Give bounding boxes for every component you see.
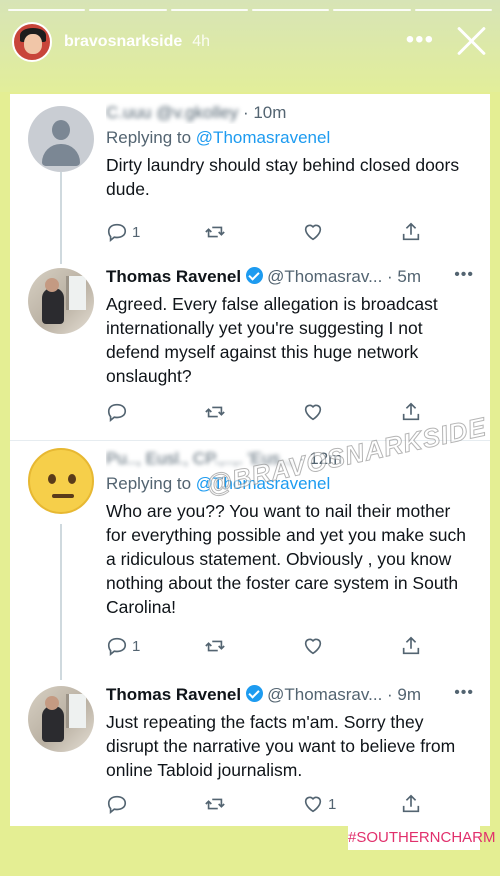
share-icon bbox=[402, 636, 420, 655]
tweet-time: · 5m bbox=[387, 267, 422, 286]
emoji-mouth bbox=[52, 494, 74, 498]
like-button[interactable]: 1 bbox=[302, 792, 336, 816]
emoji-right-eye bbox=[68, 474, 76, 484]
progress-segment bbox=[414, 9, 492, 11]
verified-badge-icon bbox=[246, 685, 264, 702]
retweet-icon bbox=[205, 406, 225, 418]
story-avatar[interactable] bbox=[12, 22, 52, 62]
replying-to: Replying to @Thomasravenel bbox=[106, 127, 474, 149]
photo-head bbox=[45, 278, 59, 292]
avatar-face bbox=[24, 34, 42, 54]
tweet-author-row: Thomas Ravenel @Thomasrav... · 5m bbox=[106, 266, 474, 288]
retweet-icon bbox=[205, 640, 225, 652]
heart-icon bbox=[304, 224, 322, 241]
reply-count: 1 bbox=[132, 223, 141, 241]
author-name[interactable]: Pu.., Eusl., CP.,..,. bbox=[106, 449, 243, 468]
reply-button[interactable] bbox=[106, 792, 132, 816]
photo-window bbox=[66, 276, 86, 310]
share-button[interactable] bbox=[400, 400, 422, 424]
reply-icon bbox=[107, 795, 127, 815]
author-name[interactable]: C.uuu @v.gkolley bbox=[106, 103, 238, 122]
photo-window bbox=[66, 694, 86, 728]
like-count: 1 bbox=[328, 795, 337, 813]
heart-icon bbox=[304, 404, 322, 421]
share-icon bbox=[402, 402, 420, 421]
tweet-time: · 9m bbox=[387, 685, 422, 704]
reply-mention-link[interactable]: @Thomasravenel bbox=[196, 128, 330, 147]
tweet-actions: 1 bbox=[106, 792, 436, 816]
author-handle[interactable]: @Thomasrav... bbox=[267, 267, 382, 286]
hashtag-sticker[interactable]: #SOUTHERNCHARM bbox=[348, 826, 496, 850]
tweet-actions: 1 bbox=[106, 634, 436, 658]
photo-head bbox=[45, 696, 59, 710]
tweet-screenshot: C.uuu @v.gkolley · 10m Replying to @Thom… bbox=[10, 94, 490, 826]
reply-icon bbox=[107, 637, 127, 657]
tweet-time: · 10m bbox=[242, 103, 287, 122]
reply-icon bbox=[107, 403, 127, 423]
avatar[interactable] bbox=[28, 106, 94, 172]
share-button[interactable] bbox=[400, 634, 422, 658]
emoji-left-eye bbox=[48, 474, 56, 484]
reply-icon bbox=[107, 223, 127, 243]
retweet-button[interactable] bbox=[204, 220, 226, 244]
verified-badge-icon bbox=[246, 267, 264, 284]
share-button[interactable] bbox=[400, 792, 422, 816]
progress-segment bbox=[170, 9, 248, 11]
tweet-actions: 1 bbox=[106, 220, 436, 244]
default-avatar-head bbox=[52, 120, 70, 140]
progress-segment bbox=[251, 9, 330, 11]
share-icon bbox=[402, 794, 420, 813]
avatar[interactable] bbox=[28, 448, 94, 514]
like-button[interactable] bbox=[302, 634, 328, 658]
author-name[interactable]: Thomas Ravenel bbox=[106, 685, 241, 704]
heart-icon bbox=[304, 638, 322, 655]
retweet-icon bbox=[205, 798, 225, 810]
progress-segment bbox=[333, 9, 411, 11]
tweet-actions bbox=[106, 400, 436, 424]
progress-segment bbox=[8, 9, 86, 11]
heart-icon bbox=[304, 796, 322, 813]
retweet-button[interactable] bbox=[204, 792, 226, 816]
like-button[interactable] bbox=[302, 400, 328, 424]
reply-button[interactable]: 1 bbox=[106, 634, 140, 658]
progress-segment bbox=[89, 9, 167, 11]
more-icon[interactable]: ••• bbox=[454, 684, 474, 702]
tweet-author-row: Thomas Ravenel @Thomasrav... · 9m bbox=[106, 684, 474, 706]
retweet-button[interactable] bbox=[204, 634, 226, 658]
avatar[interactable] bbox=[28, 268, 94, 334]
tweet-text: Who are you?? You want to nail their mot… bbox=[106, 501, 466, 617]
reply-button[interactable]: 1 bbox=[106, 220, 140, 244]
tweet[interactable]: Thomas Ravenel @Thomasrav... · 9m ••• Jus… bbox=[10, 670, 490, 826]
more-icon[interactable]: ••• bbox=[454, 266, 474, 284]
tweet[interactable]: C.uuu @v.gkolley · 10m Replying to @Thom… bbox=[10, 94, 490, 254]
like-button[interactable] bbox=[302, 220, 328, 244]
tweet-text: Agreed. Every false allegation is broadc… bbox=[106, 294, 438, 386]
photo-person bbox=[42, 288, 64, 324]
story-header: bravosnarkside 4h ••• bbox=[12, 22, 488, 62]
tweet-text: Just repeating the facts m'am. Sorry the… bbox=[106, 712, 456, 780]
avatar[interactable] bbox=[28, 686, 94, 752]
photo-person bbox=[42, 706, 64, 742]
story-username[interactable]: bravosnarkside bbox=[64, 33, 182, 51]
default-avatar-body bbox=[42, 144, 80, 166]
reply-count: 1 bbox=[132, 637, 141, 655]
tweet-author-row: C.uuu @v.gkolley · 10m bbox=[106, 102, 474, 124]
author-handle[interactable]: @Thomasrav... bbox=[267, 685, 382, 704]
retweet-button[interactable] bbox=[204, 400, 226, 424]
author-name[interactable]: Thomas Ravenel bbox=[106, 267, 241, 286]
tweet[interactable]: Thomas Ravenel @Thomasrav... · 5m ••• Agr… bbox=[10, 254, 490, 440]
close-icon[interactable] bbox=[454, 24, 488, 58]
reply-button[interactable] bbox=[106, 400, 132, 424]
replying-label: Replying to bbox=[106, 474, 192, 493]
share-icon bbox=[402, 222, 420, 241]
story-time: 4h bbox=[192, 33, 211, 50]
story-progress-bar bbox=[8, 9, 492, 11]
tweet-text: Dirty laundry should stay behind closed … bbox=[106, 155, 460, 199]
replying-label: Replying to bbox=[106, 128, 192, 147]
retweet-icon bbox=[205, 226, 225, 238]
more-horizontal-icon[interactable]: ••• bbox=[406, 28, 434, 52]
share-button[interactable] bbox=[400, 220, 422, 244]
